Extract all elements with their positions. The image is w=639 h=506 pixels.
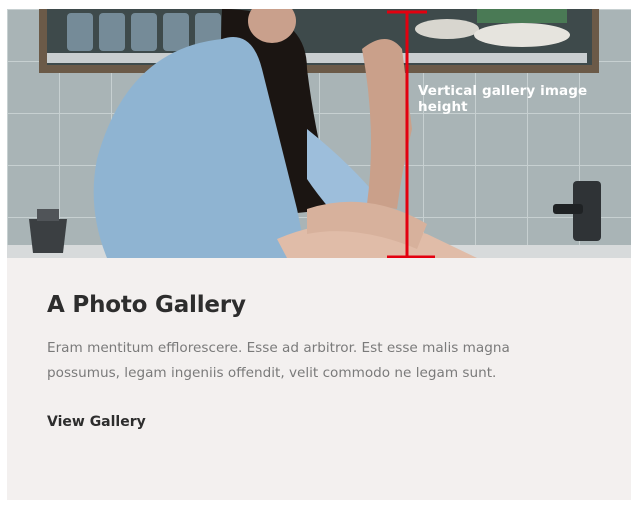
- gallery-title: A Photo Gallery: [47, 292, 246, 318]
- gallery-content: A Photo Gallery Eram mentitum effloresce…: [47, 292, 587, 431]
- view-gallery-link[interactable]: View Gallery: [47, 414, 146, 430]
- kitchen-scene: [7, 9, 631, 258]
- gallery-image[interactable]: Vertical gallery image height: [7, 9, 631, 258]
- gallery-description: Eram mentitum efflorescere. Esse ad arbi…: [47, 340, 510, 381]
- gallery-card: Vertical gallery image height A Photo Ga…: [7, 9, 631, 500]
- annotation-label: Vertical gallery image height: [418, 83, 588, 115]
